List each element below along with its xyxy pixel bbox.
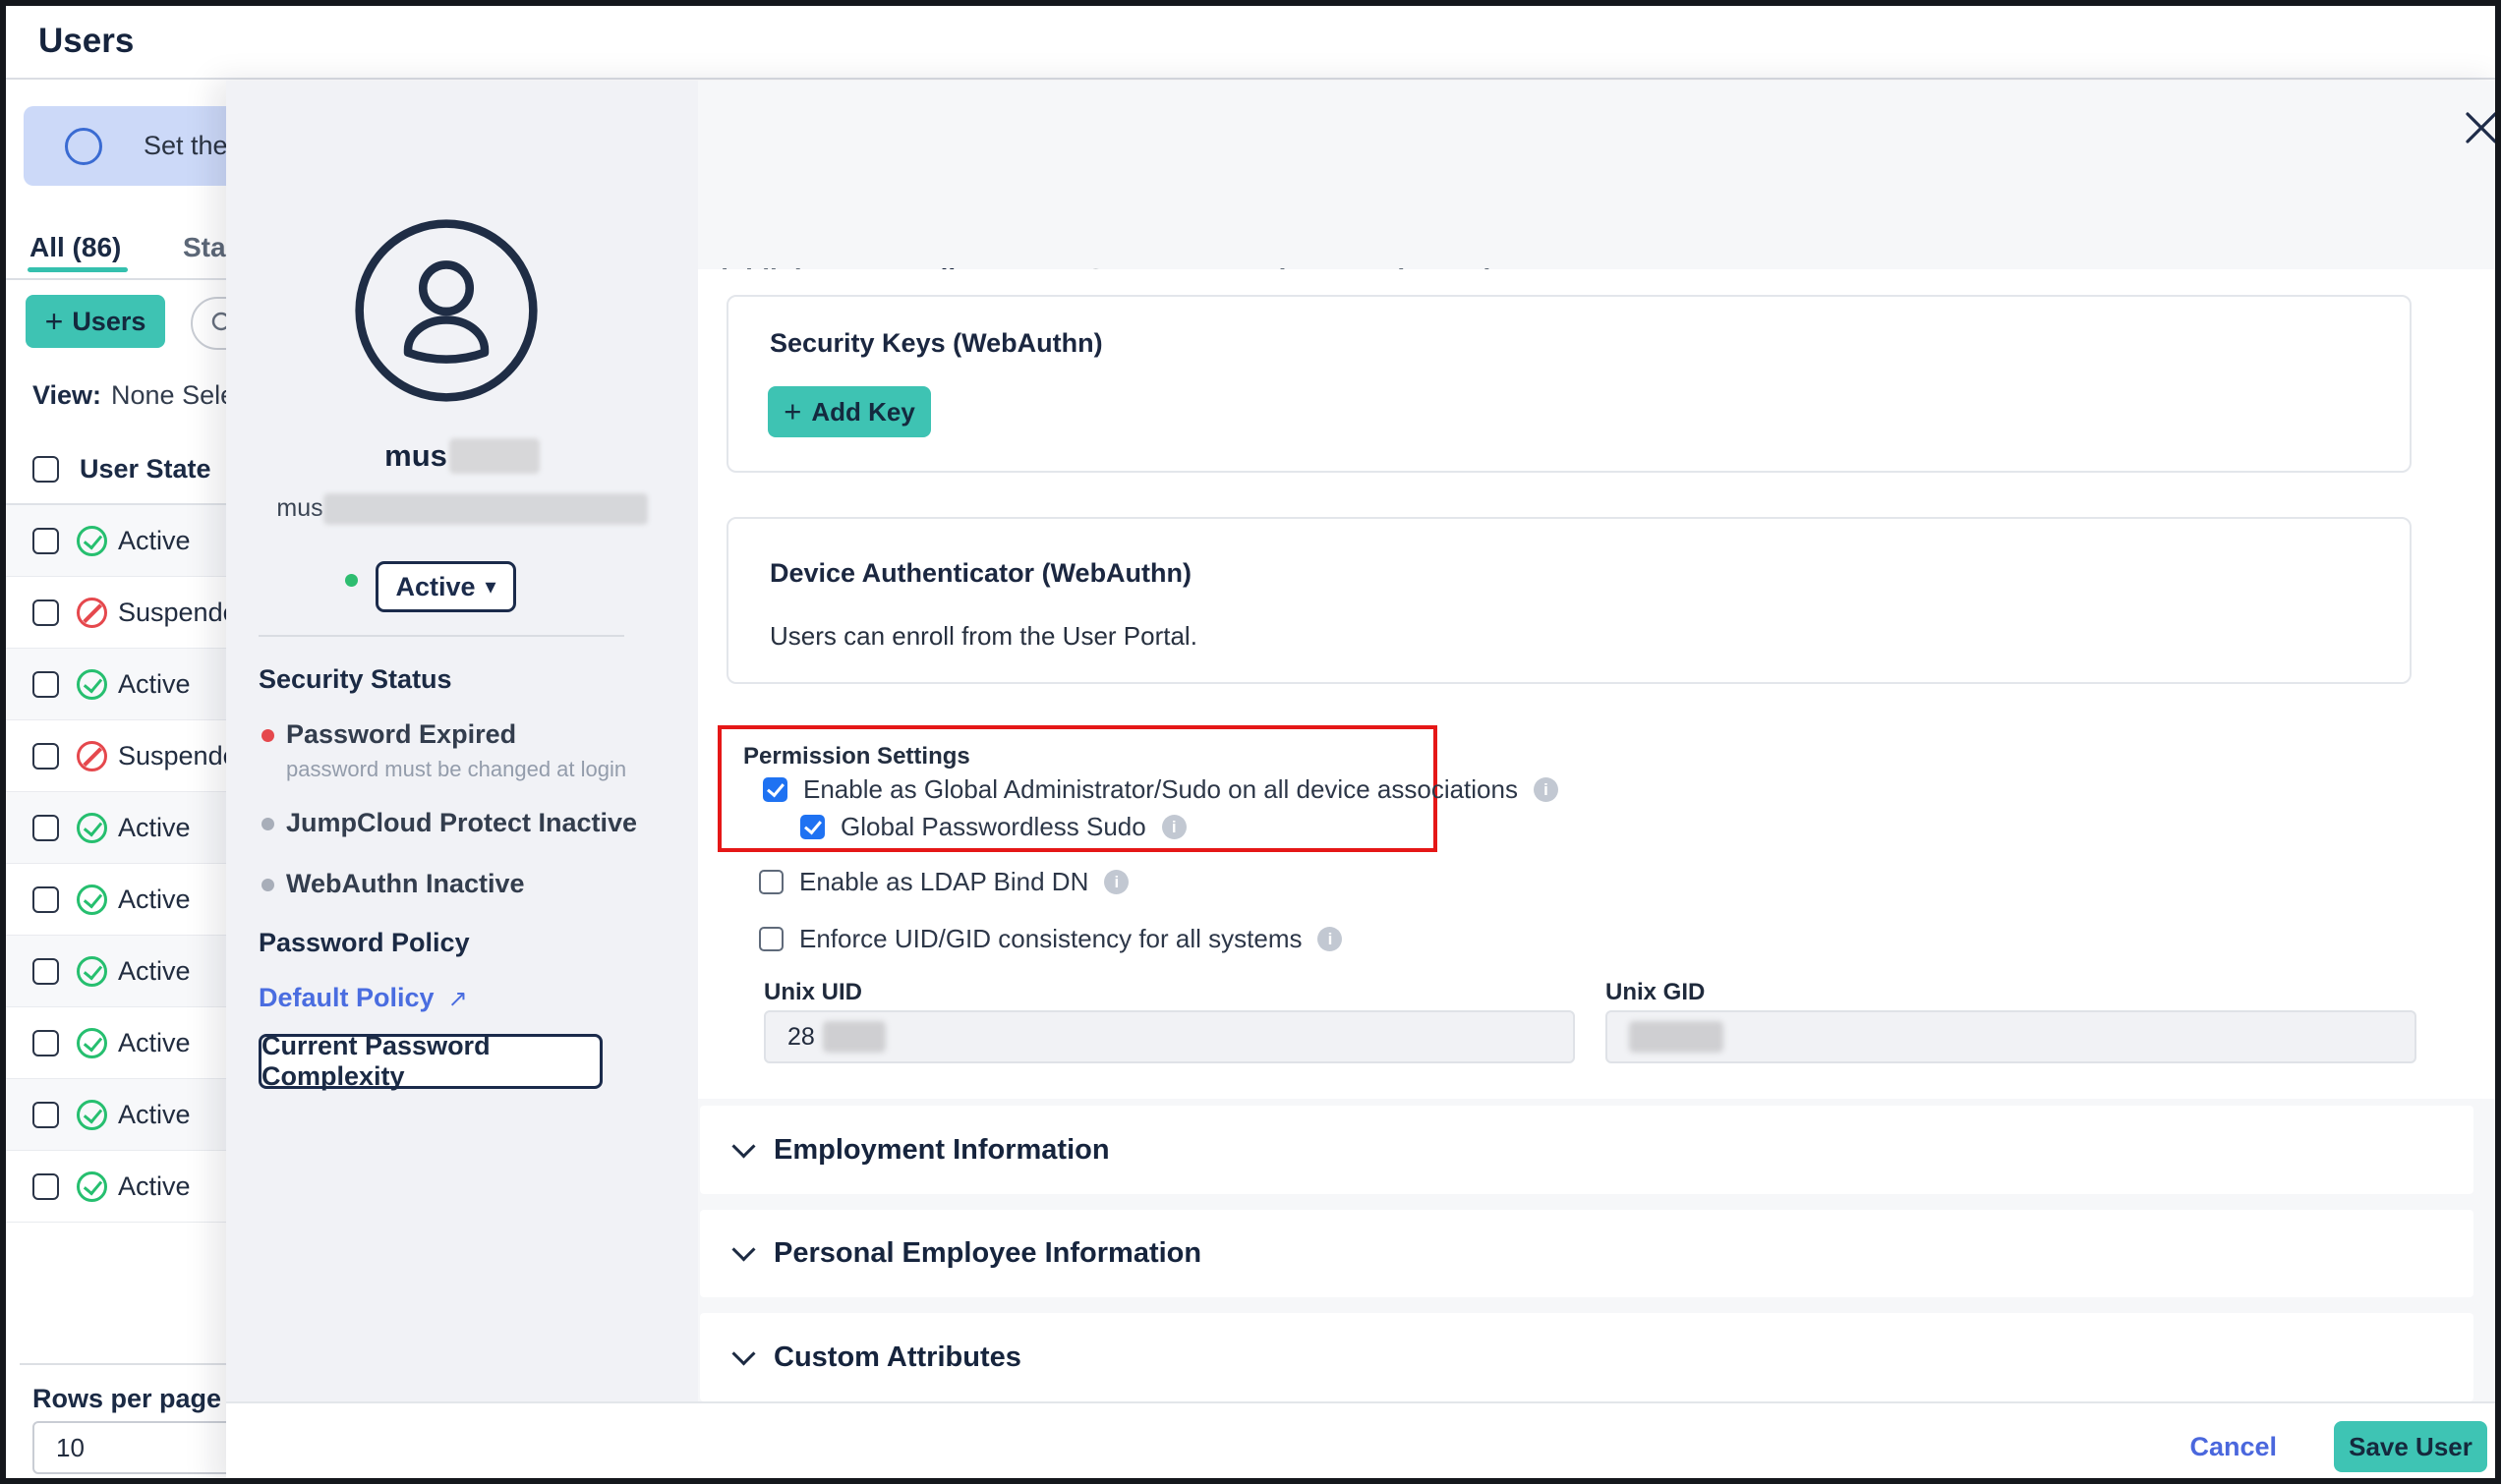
ldap-bind-row: Enable as LDAP Bind DN [759, 867, 1129, 897]
info-icon[interactable] [1317, 927, 1342, 951]
tab-all-users[interactable]: All (86) [29, 232, 121, 263]
screenshot-frame: Users Set the defaul All (86) Stag Users… [0, 0, 2501, 1484]
active-status-icon [77, 669, 107, 700]
view-label: View: [32, 380, 101, 410]
passwordless-sudo-checkbox[interactable] [800, 815, 825, 839]
suspended-status-icon [77, 741, 107, 771]
active-status-icon [77, 526, 107, 556]
active-status-icon [77, 813, 107, 843]
redacted-name [449, 438, 540, 474]
column-header-user-state[interactable]: User State [80, 454, 211, 485]
active-status-icon [77, 956, 107, 987]
status-password-expired-sub: password must be changed at login [286, 757, 626, 782]
user-detail-modal: mus mus Active Security Status Password … [226, 81, 2501, 1484]
chevron-down-icon [731, 1237, 755, 1261]
security-keys-card: Security Keys (WebAuthn) Add Key [727, 295, 2412, 473]
uid-gid-consistency-row: Enforce UID/GID consistency for all syst… [759, 924, 1342, 954]
info-icon [65, 128, 102, 165]
chevron-down-icon [731, 1134, 755, 1158]
user-state-dropdown[interactable]: Active [376, 561, 516, 612]
row-checkbox[interactable] [32, 528, 59, 554]
status-dot-gray [262, 818, 274, 830]
section-custom-attributes[interactable]: Custom Attributes [700, 1313, 2473, 1401]
row-checkbox[interactable] [32, 599, 59, 626]
redacted-gid [1629, 1021, 1723, 1053]
redacted-uid [823, 1021, 886, 1053]
passwordless-sudo-row: Global Passwordless Sudo [800, 812, 1187, 842]
unix-gid-label: Unix GID [1605, 979, 1705, 1006]
suspended-status-icon [77, 598, 107, 628]
row-checkbox[interactable] [32, 671, 59, 698]
user-email: mus [226, 493, 698, 525]
device-authenticator-title: Device Authenticator (WebAuthn) [770, 558, 1192, 589]
cancel-button[interactable]: Cancel [2189, 1432, 2277, 1462]
plus-icon [45, 306, 64, 337]
default-policy-link[interactable]: Default Policy [259, 983, 468, 1013]
header-divider [6, 78, 2501, 80]
section-personal-employee-information[interactable]: Personal Employee Information [700, 1210, 2473, 1297]
device-authenticator-body: Users can enroll from the User Portal. [770, 621, 1197, 652]
status-dot-gray [262, 879, 274, 891]
active-state-dot [345, 574, 358, 587]
profile-panel: mus mus Active Security Status Password … [226, 81, 698, 1401]
avatar [353, 217, 540, 404]
uid-gid-checkbox[interactable] [759, 927, 784, 951]
password-policy-title: Password Policy [259, 928, 470, 958]
redacted-email [323, 493, 648, 525]
status-jumpcloud-protect: JumpCloud Protect Inactive [286, 808, 637, 838]
info-icon[interactable] [1534, 777, 1558, 802]
save-user-button[interactable]: Save User [2334, 1421, 2487, 1472]
tab-all-underline [28, 267, 128, 272]
security-status-title: Security Status [259, 664, 452, 695]
security-keys-title: Security Keys (WebAuthn) [770, 328, 1103, 359]
add-key-button[interactable]: Add Key [768, 386, 931, 437]
section-employment-information[interactable]: Employment Information [700, 1106, 2473, 1194]
row-checkbox[interactable] [32, 1102, 59, 1128]
alert-dot-red [262, 729, 274, 742]
row-checkbox[interactable] [32, 958, 59, 985]
global-admin-checkbox[interactable] [763, 777, 787, 802]
row-checkbox[interactable] [32, 886, 59, 913]
global-admin-row: Enable as Global Administrator/Sudo on a… [763, 774, 1558, 805]
active-status-icon [77, 885, 107, 915]
current-password-complexity-button[interactable]: Current Password Complexity [259, 1034, 603, 1089]
info-icon[interactable] [1162, 815, 1187, 839]
status-webauthn: WebAuthn Inactive [286, 869, 525, 899]
unix-uid-label: Unix UID [764, 979, 862, 1006]
permission-settings-highlight: Permission Settings Enable as Global Adm… [718, 725, 1437, 852]
ldap-bind-checkbox[interactable] [759, 870, 784, 894]
unix-uid-field[interactable]: 28 [764, 1010, 1575, 1063]
row-checkbox[interactable] [32, 1030, 59, 1056]
unix-gid-field[interactable] [1605, 1010, 2416, 1063]
active-status-icon [77, 1100, 107, 1130]
page-title: Users [38, 22, 134, 61]
chevron-down-icon [731, 1341, 755, 1365]
row-checkbox[interactable] [32, 815, 59, 841]
add-users-button[interactable]: Users [26, 295, 165, 348]
modal-footer: Cancel Save User [226, 1401, 2501, 1484]
active-status-icon [77, 1028, 107, 1058]
permission-settings-title: Permission Settings [743, 743, 970, 771]
details-content: Security Keys (WebAuthn) Add Key Device … [698, 269, 2501, 1099]
row-checkbox[interactable] [32, 1173, 59, 1200]
select-all-checkbox[interactable] [32, 456, 59, 483]
rows-per-page-label: Rows per page [32, 1384, 221, 1414]
close-icon[interactable] [2460, 106, 2501, 149]
row-checkbox[interactable] [32, 743, 59, 770]
device-authenticator-card: Device Authenticator (WebAuthn) Users ca… [727, 517, 2412, 684]
user-name: mus [226, 438, 698, 474]
info-icon[interactable] [1104, 870, 1129, 894]
active-status-icon [77, 1171, 107, 1202]
status-password-expired: Password Expired [286, 719, 516, 750]
panel-divider [259, 635, 624, 637]
